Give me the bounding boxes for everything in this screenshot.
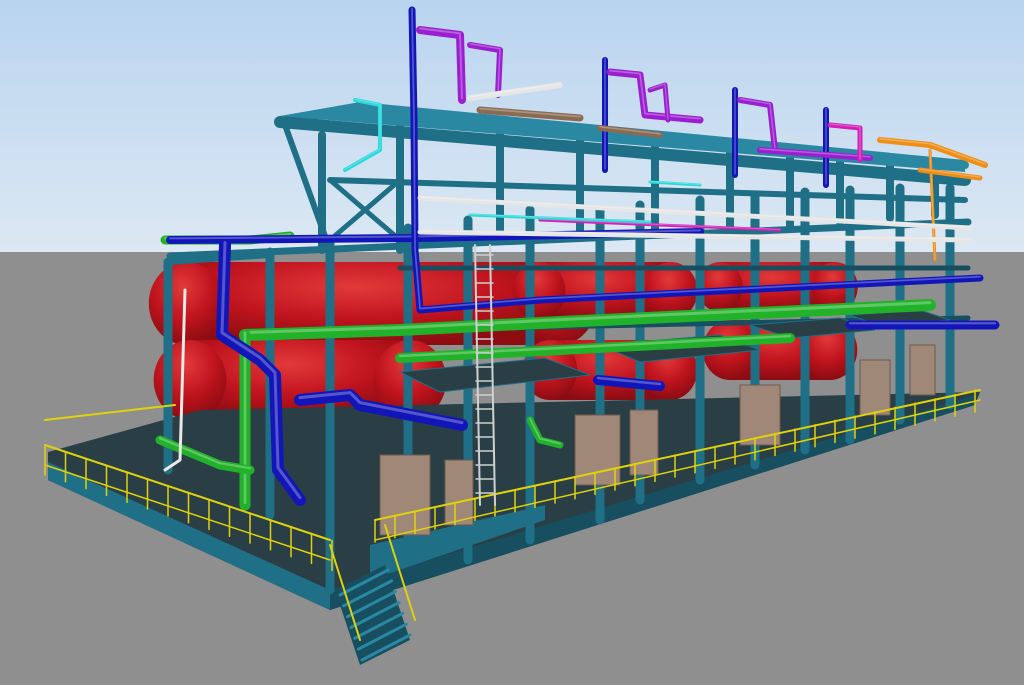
plant-model-scene <box>0 0 1024 685</box>
vessel-upper-1-head-left <box>148 262 225 345</box>
equipment-skid-3 <box>574 414 621 486</box>
equipment-skid-5 <box>739 384 781 446</box>
equipment-skid-7 <box>909 344 936 396</box>
plant-3d-viewport[interactable] <box>0 0 1024 685</box>
equipment-skid-2 <box>444 459 474 526</box>
equipment-skid-6 <box>859 359 891 416</box>
vessel-upper-2-head-left <box>512 262 566 320</box>
equipment-skid-1 <box>379 454 431 536</box>
